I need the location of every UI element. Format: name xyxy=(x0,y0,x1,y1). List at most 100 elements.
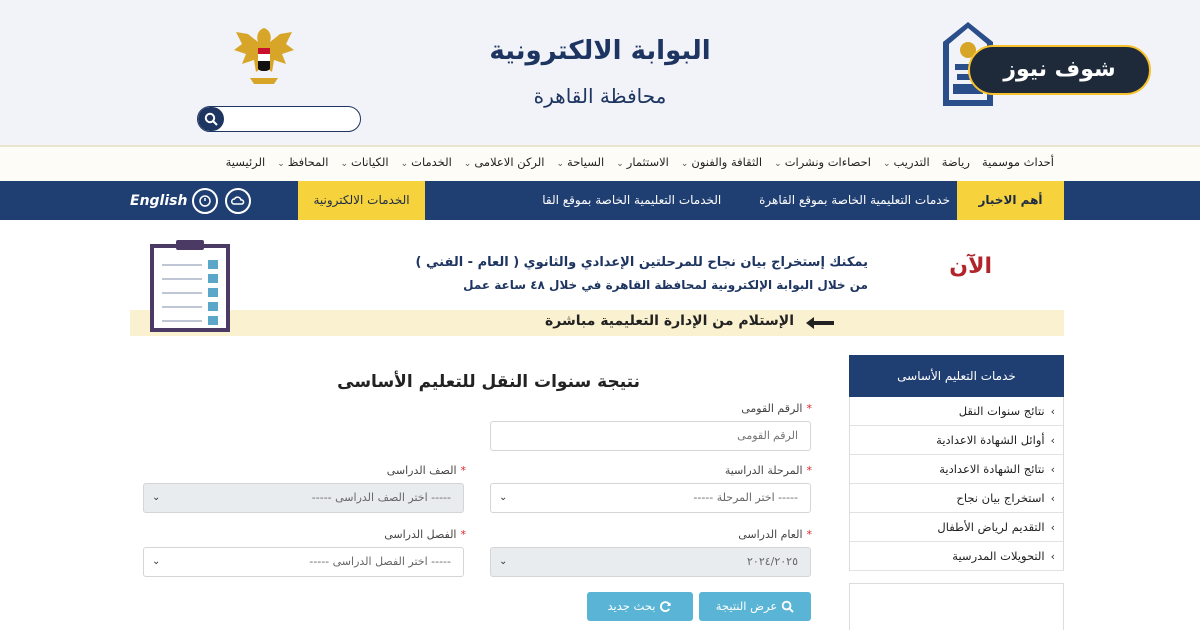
year-label: *العام الدراسى xyxy=(738,528,812,541)
chevron-down-icon: ⌄ xyxy=(152,492,161,503)
national-id-label: *الرقم القومى xyxy=(741,402,812,415)
arrow-left-icon xyxy=(806,317,834,329)
chevron-right-icon: › xyxy=(1050,492,1055,505)
new-search-button[interactable]: بحث جديد xyxy=(587,592,693,621)
required-marker: * xyxy=(806,402,813,415)
eservices-tab[interactable]: الخدمات الالكترونية xyxy=(298,181,425,220)
sidebar-item-label: التقديم لرياض الأطفال xyxy=(937,520,1045,534)
banner-line-1: يمكنك إستخراج بيان نجاح للمرحلتين الإعدا… xyxy=(415,255,868,270)
grade-select-value: ----- اختر الصف الدراسى ----- xyxy=(311,491,451,504)
refresh-icon xyxy=(660,601,672,612)
page: البوابة الالكترونية محافظة القاهرة شوف ن… xyxy=(0,0,1200,630)
stage-label: *المرحلة الدراسية xyxy=(725,464,812,477)
sidebar-item-school-transfers[interactable]: › التحويلات المدرسية xyxy=(850,542,1063,571)
sidebar-item-transfer-results[interactable]: › نتائج سنوات النقل xyxy=(850,397,1063,426)
term-label: *الفصل الدراسى xyxy=(384,528,466,541)
banner-receive-text: الإستلام من الإدارة التعليمية مباشرة xyxy=(545,313,794,329)
nav-item-culture[interactable]: الثقافة والفنون⌄ xyxy=(675,155,768,169)
nav-item-label: المحافظ xyxy=(287,155,329,169)
nav-item-label: الكيانات xyxy=(351,155,389,169)
nav-item-training[interactable]: التدريب⌄ xyxy=(877,155,936,169)
ticker-item[interactable]: خدمات التعليمية الخاصة بموقع القاهرة xyxy=(759,193,950,207)
sidebar-item-label: استخراج بيان نجاح xyxy=(956,491,1045,505)
chevron-down-icon: ⌄ xyxy=(499,556,508,567)
sidebar-empty-box xyxy=(849,583,1064,630)
required-marker: * xyxy=(806,528,813,541)
news-badge: شوف نيوز xyxy=(968,45,1151,95)
grade-select[interactable]: ----- اختر الصف الدراسى ----- ⌄ xyxy=(143,483,464,513)
label-text: الصف الدراسى xyxy=(386,464,457,477)
chevron-down-icon: ⌄ xyxy=(463,159,472,169)
chevron-down-icon: ⌄ xyxy=(277,159,285,169)
main-nav: الرئيسية المحافظ⌄ الكيانات⌄ الخدمات⌄ الر… xyxy=(0,145,1200,181)
chevron-down-icon: ⌄ xyxy=(616,159,624,169)
nav-item-label: احصاءات ونشرات xyxy=(784,155,871,169)
sidebar-item-prep-top[interactable]: › أوائل الشهادة الاعدادية xyxy=(850,426,1063,455)
english-language-link[interactable]: English xyxy=(130,181,187,220)
promo-banner: الآن يمكنك إستخراج بيان نجاح للمرحلتين ا… xyxy=(130,236,1064,336)
nav-item-statistics[interactable]: احصاءات ونشرات⌄ xyxy=(768,155,877,169)
search-icon xyxy=(204,112,218,126)
clock-icon xyxy=(199,195,211,207)
nav-item-label: الركن الاعلامى xyxy=(474,155,545,169)
term-select[interactable]: ----- اختر الفصل الدراسى ----- ⌄ xyxy=(143,547,464,577)
portal-subtitle: محافظة القاهرة xyxy=(533,84,667,108)
sidebar-list: › نتائج سنوات النقل › أوائل الشهادة الاعدا… xyxy=(849,397,1064,571)
sidebar-item-success-statement[interactable]: › استخراج بيان نجاح xyxy=(850,484,1063,513)
show-result-label: عرض النتيجة xyxy=(715,599,778,613)
ticker-item[interactable]: الخدمات التعليمية الخاصة بموقع القا xyxy=(542,193,721,207)
required-marker: * xyxy=(460,528,467,541)
search-button[interactable] xyxy=(198,107,224,131)
nav-item-tourism[interactable]: السياحة⌄ xyxy=(550,155,610,169)
chevron-down-icon: ⌄ xyxy=(882,159,891,169)
sidebar-item-label: نتائج سنوات النقل xyxy=(958,404,1045,418)
new-search-label: بحث جديد xyxy=(607,599,656,613)
nav-item-media[interactable]: الركن الاعلامى⌄ xyxy=(458,155,551,169)
nav-item-home[interactable]: الرئيسية xyxy=(220,155,272,169)
form-title: نتيجة سنوات النقل للتعليم الأساسى xyxy=(337,372,640,392)
chevron-down-icon: ⌄ xyxy=(774,159,782,169)
chevron-down-icon: ⌄ xyxy=(152,556,161,567)
sidebar-item-label: نتائج الشهادة الاعدادية xyxy=(939,462,1045,476)
nav-item-label: رياضة xyxy=(941,155,970,169)
chevron-down-icon: ⌄ xyxy=(556,159,565,169)
sidebar-item-label: أوائل الشهادة الاعدادية xyxy=(936,433,1045,447)
chevron-right-icon: › xyxy=(1050,550,1055,563)
stage-select[interactable]: ----- اختر المرحلة ----- ⌄ xyxy=(490,483,811,513)
sidebar-item-kindergarten[interactable]: › التقديم لرياض الأطفال xyxy=(850,513,1063,542)
year-select[interactable]: ٢٠٢٤/٢٠٢٥ ⌄ xyxy=(490,547,811,577)
nav-item-label: السياحة xyxy=(567,155,605,169)
nav-item-label: الرئيسية xyxy=(225,155,266,169)
nav-item-sports[interactable]: رياضة xyxy=(936,155,976,169)
portal-title: البوابة الالكترونية xyxy=(489,36,711,66)
services-sidebar: خدمات التعليم الأساسى › نتائج سنوات النقل… xyxy=(849,355,1064,630)
chevron-right-icon: › xyxy=(1050,463,1055,476)
chevron-down-icon: ⌄ xyxy=(499,492,508,503)
news-ticker: خدمات التعليمية الخاصة بموقع القاهرة الخ… xyxy=(430,181,950,220)
chevron-right-icon: › xyxy=(1050,521,1055,534)
chevron-right-icon: › xyxy=(1050,434,1055,447)
national-id-field[interactable] xyxy=(490,421,811,451)
nav-item-label: أحداث موسمية xyxy=(981,155,1054,169)
banner-now: الآن xyxy=(949,254,992,279)
clipboard-checklist-icon xyxy=(150,240,230,332)
clock-button[interactable] xyxy=(192,188,218,214)
nav-item-seasonal[interactable]: أحداث موسمية xyxy=(976,155,1060,169)
nav-item-investment[interactable]: الاستثمار⌄ xyxy=(610,155,675,169)
search-input[interactable] xyxy=(226,107,360,131)
site-header: البوابة الالكترونية محافظة القاهرة شوف ن… xyxy=(0,0,1200,145)
nav-item-label: الثقافة والفنون xyxy=(691,155,763,169)
term-select-value: ----- اختر الفصل الدراسى ----- xyxy=(309,555,451,568)
sidebar-item-prep-results[interactable]: › نتائج الشهادة الاعدادية xyxy=(850,455,1063,484)
chevron-down-icon: ⌄ xyxy=(680,159,689,169)
national-id-input[interactable] xyxy=(503,422,798,450)
egypt-eagle-logo xyxy=(234,28,294,84)
chevron-down-icon: ⌄ xyxy=(400,159,409,169)
nav-item-governor[interactable]: المحافظ⌄ xyxy=(271,155,334,169)
nav-item-entities[interactable]: الكيانات⌄ xyxy=(334,155,394,169)
show-result-button[interactable]: عرض النتيجة xyxy=(699,592,811,621)
chevron-down-icon: ⌄ xyxy=(340,159,349,169)
cloud-button[interactable] xyxy=(225,188,251,214)
nav-item-services[interactable]: الخدمات⌄ xyxy=(395,155,458,169)
top-bar: أهم الاخبار خدمات التعليمية الخاصة بموقع… xyxy=(0,181,1200,220)
